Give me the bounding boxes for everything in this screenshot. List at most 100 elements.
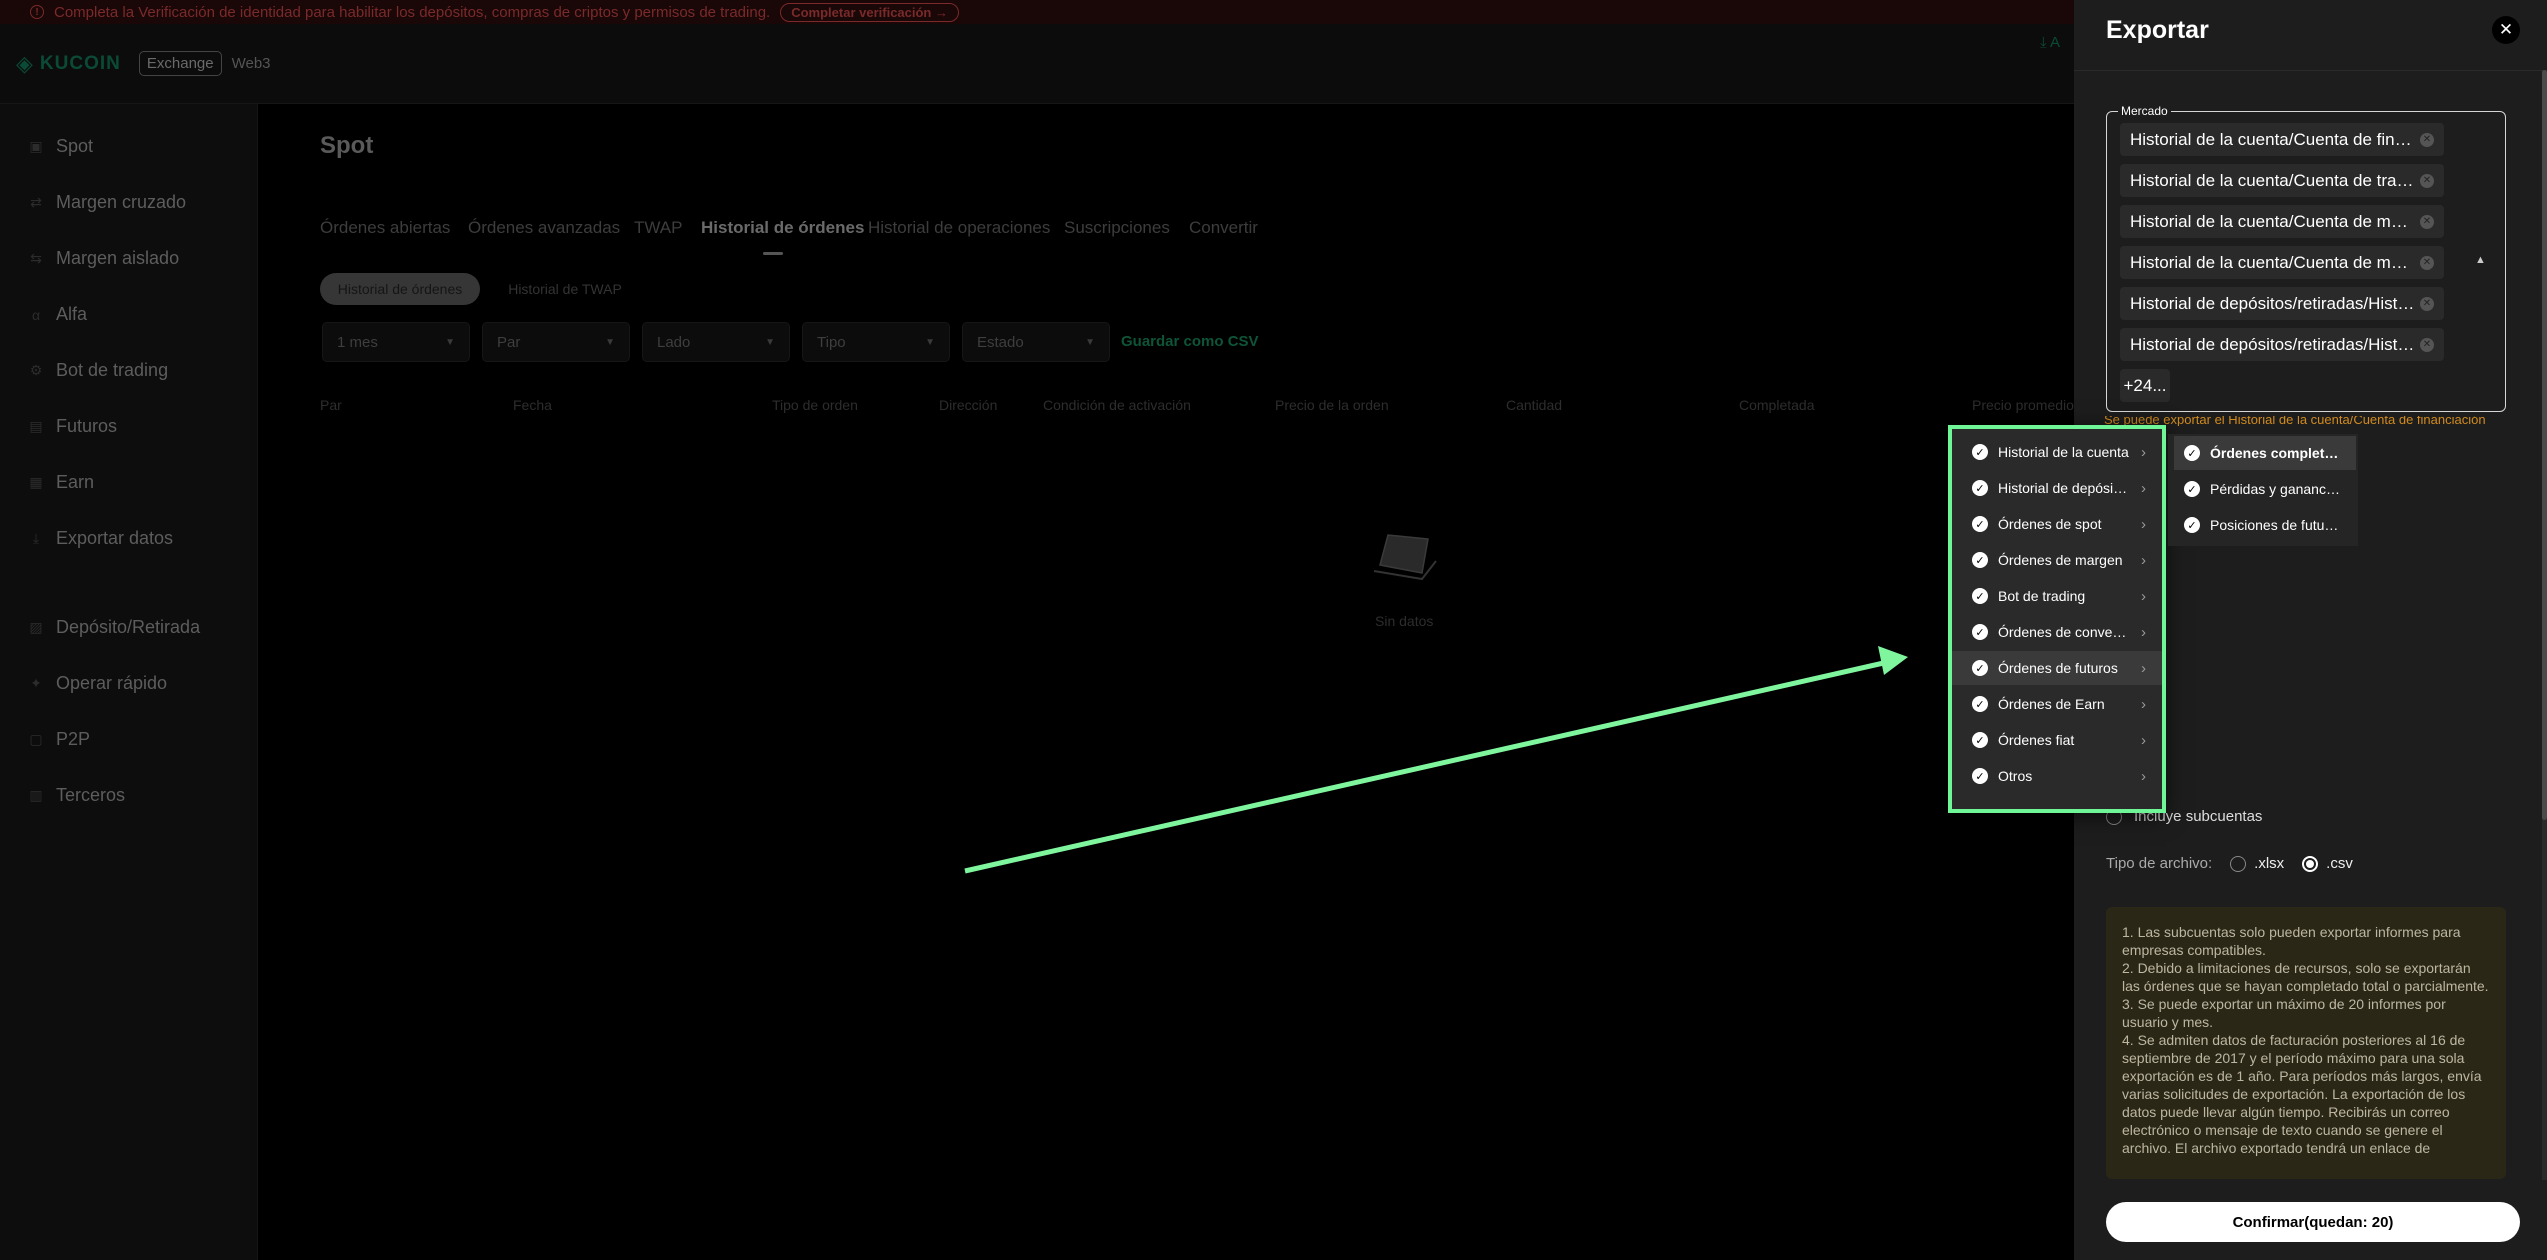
check-circle-icon: ✓ (1972, 768, 1988, 784)
category-futures-orders[interactable]: ✓ Órdenes de futuros › (1952, 651, 2162, 685)
market-chip[interactable]: Historial de depósitos/retiradas/Histori… (2120, 328, 2444, 361)
file-type-xlsx-option[interactable]: .xlsx (2230, 855, 2284, 872)
sidebar-item-earn[interactable]: ▦ Earn (28, 472, 94, 493)
verification-banner: ! Completa la Verificación de identidad … (0, 0, 2074, 24)
sidebar-item-p2p[interactable]: ▢ P2P (28, 729, 90, 750)
chevron-right-icon: › (2141, 551, 2146, 569)
status-select[interactable]: Estado ▼ (962, 322, 1110, 362)
sidebar-item-label: Depósito/Retirada (56, 617, 201, 637)
subcategory-label: Pérdidas y ganancias (2210, 481, 2340, 497)
tab-convert[interactable]: Convertir (1189, 218, 1258, 238)
file-type-csv-option[interactable]: .csv (2302, 855, 2353, 872)
pill-twap-history[interactable]: Historial de TWAP (490, 273, 640, 305)
kucoin-logo[interactable]: ◈ KUCOIN (16, 51, 121, 77)
download-icon: ⤓ (2040, 34, 2047, 51)
sidebar-item-alpha[interactable]: α Alfa (28, 304, 87, 325)
tab-advanced-orders[interactable]: Órdenes avanzadas (468, 218, 620, 238)
category-trading-bot[interactable]: ✓ Bot de trading › (1952, 579, 2162, 613)
category-label: Órdenes de futuros (1998, 660, 2118, 676)
csv-radio[interactable] (2302, 855, 2319, 872)
sidebar-item-spot[interactable]: ▣ Spot (28, 136, 93, 157)
remove-chip-icon[interactable]: ✕ (2420, 214, 2434, 229)
remove-chip-icon[interactable]: ✕ (2420, 132, 2434, 147)
column-header: Precio promedio (1972, 397, 2074, 413)
remove-chip-icon[interactable]: ✕ (2420, 296, 2434, 311)
sidebar-item-deposit-withdraw[interactable]: ▨ Depósito/Retirada (28, 617, 200, 638)
category-conversion-orders[interactable]: ✓ Órdenes de conversión › (1952, 615, 2162, 649)
category-others[interactable]: ✓ Otros › (1952, 759, 2162, 793)
more-chips-count[interactable]: +24... (2120, 369, 2170, 402)
panel-scrollbar-thumb[interactable] (2542, 70, 2547, 820)
category-label: Otros (1998, 768, 2033, 784)
tab-trade-history[interactable]: Historial de operaciones (868, 218, 1050, 238)
remove-chip-icon[interactable]: ✕ (2420, 337, 2434, 352)
check-circle-icon: ✓ (2184, 481, 2200, 497)
sidebar-item-isolated-margin[interactable]: ⇆ Margen aislado (28, 248, 179, 269)
confirm-button[interactable]: Confirmar(quedan: 20) (2106, 1202, 2520, 1242)
chevron-right-icon: › (2141, 587, 2146, 605)
category-account-history[interactable]: ✓ Historial de la cuenta › (1952, 435, 2162, 469)
app-root: ! Completa la Verificación de identidad … (0, 0, 2547, 1260)
side-select[interactable]: Lado ▼ (642, 322, 790, 362)
subcategory-completed-orders[interactable]: ✓ Órdenes completadas (2174, 436, 2356, 470)
chevron-down-icon: ▼ (925, 336, 935, 348)
sidebar-item-futures[interactable]: ▤ Futuros (28, 416, 117, 437)
category-earn-orders[interactable]: ✓ Órdenes de Earn › (1952, 687, 2162, 721)
csv-label: .csv (2326, 855, 2353, 872)
remove-chip-icon[interactable]: ✕ (2420, 173, 2434, 188)
type-select[interactable]: Tipo ▼ (802, 322, 950, 362)
sidebar-item-trading-bot[interactable]: ⚙ Bot de trading (28, 360, 168, 381)
web3-tab[interactable]: Web3 (232, 55, 271, 72)
category-fiat-orders[interactable]: ✓ Órdenes fiat › (1952, 723, 2162, 757)
sidebar-item-third-party[interactable]: ▥ Terceros (28, 785, 125, 806)
chevron-down-icon: ▼ (605, 336, 615, 348)
notice-line: 2. Debido a limitaciones de recursos, so… (2122, 960, 2489, 994)
remove-chip-icon[interactable]: ✕ (2420, 255, 2434, 270)
sidebar-item-quick-trade[interactable]: ✦ Operar rápido (28, 673, 167, 694)
topbar-right-fragment[interactable]: ⤓ A (2040, 34, 2060, 51)
futures-subcategory-dropdown: ✓ Órdenes completadas ✓ Pérdidas y gananci… (2168, 434, 2358, 546)
sidebar-item-export-data[interactable]: ⤓ Exportar datos (28, 528, 173, 549)
tab-order-history[interactable]: Historial de órdenes (701, 218, 864, 238)
collapse-caret-icon[interactable]: ▲ (2475, 254, 2486, 266)
empty-state-text: Sin datos (1375, 613, 1434, 629)
category-deposit-withdrawal-history[interactable]: ✓ Historial de depósitos/retiradas › (1952, 471, 2162, 505)
market-label: Mercado (2118, 104, 2171, 118)
pair-select[interactable]: Par ▼ (482, 322, 630, 362)
sidebar-item-label: Futuros (56, 416, 118, 436)
tab-subscriptions[interactable]: Suscripciones (1064, 218, 1170, 238)
sidebar-item-label: Earn (56, 472, 95, 492)
chip-label: Historial de depósitos/retiradas/Histori… (2130, 334, 2416, 354)
period-select[interactable]: 1 mes ▼ (322, 322, 470, 362)
category-label: Órdenes fiat (1998, 732, 2075, 748)
market-chip[interactable]: Historial de depósitos/retiradas/Histori… (2120, 287, 2444, 320)
tab-twap[interactable]: TWAP (634, 218, 682, 238)
isolated-margin-icon: ⇆ (30, 250, 42, 266)
market-chip[interactable]: Historial de la cuenta/Cuenta de margen … (2120, 246, 2444, 279)
market-chip[interactable]: Historial de la cuenta/Cuenta de financi… (2120, 123, 2444, 156)
sidebar-item-label: Margen cruzado (56, 192, 187, 212)
category-label: Órdenes de Earn (1998, 696, 2105, 712)
save-as-csv-link[interactable]: Guardar como CSV (1121, 333, 1259, 350)
status-select-value: Estado (977, 333, 1024, 351)
exchange-tab[interactable]: Exchange (138, 51, 222, 76)
market-chip[interactable]: Historial de la cuenta/Cuenta de margen … (2120, 205, 2444, 238)
chevron-down-icon: ▼ (765, 336, 775, 348)
close-button[interactable]: ✕ (2492, 16, 2520, 44)
category-spot-orders[interactable]: ✓ Órdenes de spot › (1952, 507, 2162, 541)
sidebar-item-cross-margin[interactable]: ⇄ Margen cruzado (28, 192, 186, 213)
subcategory-profit-loss[interactable]: ✓ Pérdidas y ganancias (2174, 472, 2356, 506)
category-margin-orders[interactable]: ✓ Órdenes de margen › (1952, 543, 2162, 577)
subcategory-label: Posiciones de futuros (2210, 517, 2340, 533)
complete-verification-button[interactable]: Completar verificación → (780, 2, 959, 22)
category-label: Órdenes de margen (1998, 552, 2123, 568)
market-chip[interactable]: Historial de la cuenta/Cuenta de trading… (2120, 164, 2444, 197)
kucoin-logo-icon: ◈ (16, 50, 34, 76)
column-header: Tipo de orden (772, 397, 858, 413)
lightning-icon: ✦ (30, 675, 42, 691)
tab-open-orders[interactable]: Órdenes abiertas (320, 218, 450, 238)
subcategory-futures-positions[interactable]: ✓ Posiciones de futuros (2174, 508, 2356, 542)
xlsx-radio[interactable] (2230, 855, 2247, 872)
pill-order-history[interactable]: Historial de órdenes (320, 273, 480, 305)
check-circle-icon: ✓ (1972, 696, 1988, 712)
